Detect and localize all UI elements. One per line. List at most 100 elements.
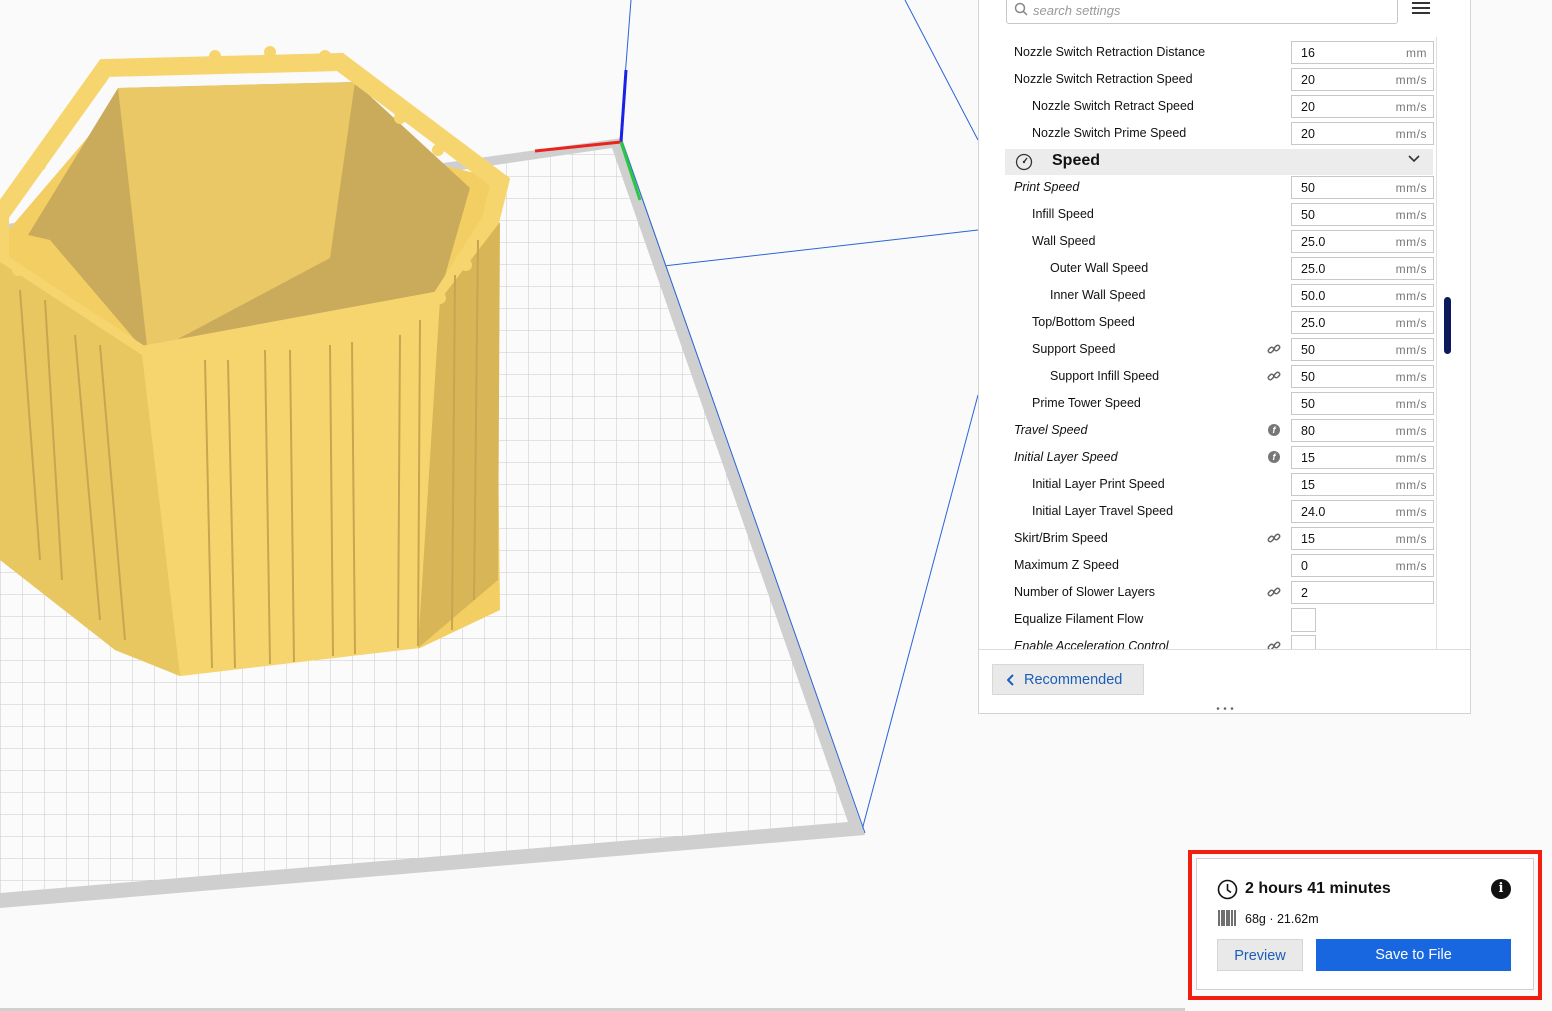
link-icon[interactable] [1267, 531, 1281, 550]
setting-value: 80 [1301, 424, 1315, 438]
preview-label: Preview [1234, 948, 1286, 964]
setting-row: Nozzle Switch Prime Speed 20 mm/s [1005, 120, 1435, 147]
setting-row: Maximum Z Speed 0 mm/s [1005, 552, 1435, 579]
setting-unit: mm/s [1395, 370, 1427, 384]
setting-row: Skirt/Brim Speed 15 mm/s [1005, 525, 1435, 552]
setting-input[interactable]: 50 mm/s [1291, 176, 1434, 199]
link-icon[interactable] [1267, 342, 1281, 361]
setting-unit: mm/s [1395, 559, 1427, 573]
setting-label: Top/Bottom Speed [1032, 315, 1135, 329]
setting-input[interactable]: 50 mm/s [1291, 365, 1434, 388]
clock-icon [1217, 879, 1238, 900]
setting-input[interactable]: 15 mm/s [1291, 473, 1434, 496]
preview-button[interactable]: Preview [1217, 939, 1303, 971]
scrollbar-thumb[interactable] [1444, 297, 1451, 354]
setting-unit: mm/s [1395, 478, 1427, 492]
z-axis [619, 69, 628, 143]
category-label: Speed [1052, 152, 1101, 169]
setting-label: Outer Wall Speed [1050, 261, 1149, 275]
setting-input[interactable]: 20 mm/s [1291, 95, 1434, 118]
setting-label: Inner Wall Speed [1050, 288, 1146, 302]
setting-input[interactable]: 50 mm/s [1291, 203, 1434, 226]
setting-input[interactable]: 24.0 mm/s [1291, 500, 1434, 523]
setting-value: 50.0 [1301, 289, 1326, 303]
setting-checkbox[interactable] [1291, 635, 1316, 649]
setting-unit: mm [1406, 46, 1427, 60]
save-to-file-button[interactable]: Save to File [1316, 939, 1511, 971]
setting-input[interactable]: 16 mm [1291, 41, 1434, 64]
setting-input[interactable]: 15 mm/s [1291, 527, 1434, 550]
settings-list[interactable]: Nozzle Switch Retraction Distance 16 mm Noz… [1005, 37, 1435, 649]
setting-input[interactable]: 50 mm/s [1291, 338, 1434, 361]
setting-value: 25.0 [1301, 235, 1326, 249]
setting-value: 50 [1301, 343, 1315, 357]
setting-row: Initial Layer Print Speed 15 mm/s [1005, 471, 1435, 498]
setting-input[interactable]: 25.0 mm/s [1291, 230, 1434, 253]
setting-input[interactable]: 50 mm/s [1291, 392, 1434, 415]
search-field[interactable] [1006, 0, 1398, 24]
setting-label: Skirt/Brim Speed [1014, 531, 1108, 545]
setting-input[interactable]: 2 [1291, 581, 1434, 604]
setting-label: Wall Speed [1032, 234, 1096, 248]
setting-value: 50 [1301, 208, 1315, 222]
setting-row: Support Speed 50 mm/s [1005, 336, 1435, 363]
recommended-label: Recommended [1024, 672, 1123, 688]
setting-unit: mm/s [1395, 532, 1427, 546]
setting-row: Travel Speed f 80 mm/s [1005, 417, 1435, 444]
setting-input[interactable]: 25.0 mm/s [1291, 257, 1434, 280]
setting-row: Inner Wall Speed 50.0 mm/s [1005, 282, 1435, 309]
print-time: 2 hours 41 minutes [1245, 880, 1391, 897]
setting-unit: mm/s [1395, 505, 1427, 519]
setting-label: Initial Layer Travel Speed [1032, 504, 1174, 518]
setting-row: Nozzle Switch Retraction Speed 20 mm/s [1005, 66, 1435, 93]
print-summary-panel: 2 hours 41 minutes i 68g · 21.62m Previe… [1196, 858, 1534, 990]
setting-row: Equalize Filament Flow [1005, 606, 1435, 633]
setting-value: 2 [1301, 586, 1308, 600]
chevron-left-icon [1007, 674, 1014, 686]
setting-input[interactable]: 20 mm/s [1291, 122, 1434, 145]
setting-label: Initial Layer Print Speed [1032, 477, 1165, 491]
setting-label: Nozzle Switch Prime Speed [1032, 126, 1187, 140]
search-icon [1014, 2, 1028, 16]
setting-input[interactable]: 80 mm/s [1291, 419, 1434, 442]
setting-unit: mm/s [1395, 424, 1427, 438]
info-icon[interactable]: i [1491, 879, 1511, 899]
setting-value: 15 [1301, 478, 1315, 492]
settings-menu-icon[interactable] [1412, 2, 1430, 16]
setting-input[interactable]: 50.0 mm/s [1291, 284, 1434, 307]
model-vase [0, 46, 511, 676]
link-icon[interactable] [1267, 585, 1281, 604]
search-input[interactable] [1031, 0, 1385, 21]
setting-row: Infill Speed 50 mm/s [1005, 201, 1435, 228]
setting-label: Nozzle Switch Retraction Speed [1014, 72, 1193, 86]
setting-input[interactable]: 15 mm/s [1291, 446, 1434, 469]
setting-label: Support Speed [1032, 342, 1116, 356]
setting-checkbox[interactable] [1291, 608, 1316, 632]
function-icon[interactable]: f [1268, 424, 1280, 436]
category-speed[interactable]: Speed [1005, 149, 1433, 175]
function-icon[interactable]: f [1268, 451, 1280, 463]
scrollbar-track[interactable] [1436, 37, 1437, 649]
link-icon[interactable] [1267, 369, 1281, 388]
setting-value: 15 [1301, 451, 1315, 465]
setting-label: Print Speed [1014, 180, 1080, 194]
setting-row: Nozzle Switch Retraction Distance 16 mm [1005, 39, 1435, 66]
setting-value: 25.0 [1301, 316, 1326, 330]
setting-row: Outer Wall Speed 25.0 mm/s [1005, 255, 1435, 282]
setting-label: Support Infill Speed [1050, 369, 1160, 383]
setting-row: Initial Layer Travel Speed 24.0 mm/s [1005, 498, 1435, 525]
resize-handle-icon[interactable] [1215, 706, 1235, 711]
setting-unit: mm/s [1395, 316, 1427, 330]
setting-label: Enable Acceleration Control [1014, 639, 1169, 649]
setting-input[interactable]: 25.0 mm/s [1291, 311, 1434, 334]
link-icon[interactable] [1267, 639, 1281, 649]
setting-label: Travel Speed [1014, 423, 1088, 437]
setting-label: Nozzle Switch Retract Speed [1032, 99, 1194, 113]
setting-unit: mm/s [1395, 289, 1427, 303]
setting-unit: mm/s [1395, 181, 1427, 195]
recommended-button[interactable]: Recommended [992, 664, 1144, 695]
setting-unit: mm/s [1395, 127, 1427, 141]
setting-input[interactable]: 0 mm/s [1291, 554, 1434, 577]
setting-input[interactable]: 20 mm/s [1291, 68, 1434, 91]
print-settings-panel: Nozzle Switch Retraction Distance16mmNoz… [978, 0, 1471, 714]
